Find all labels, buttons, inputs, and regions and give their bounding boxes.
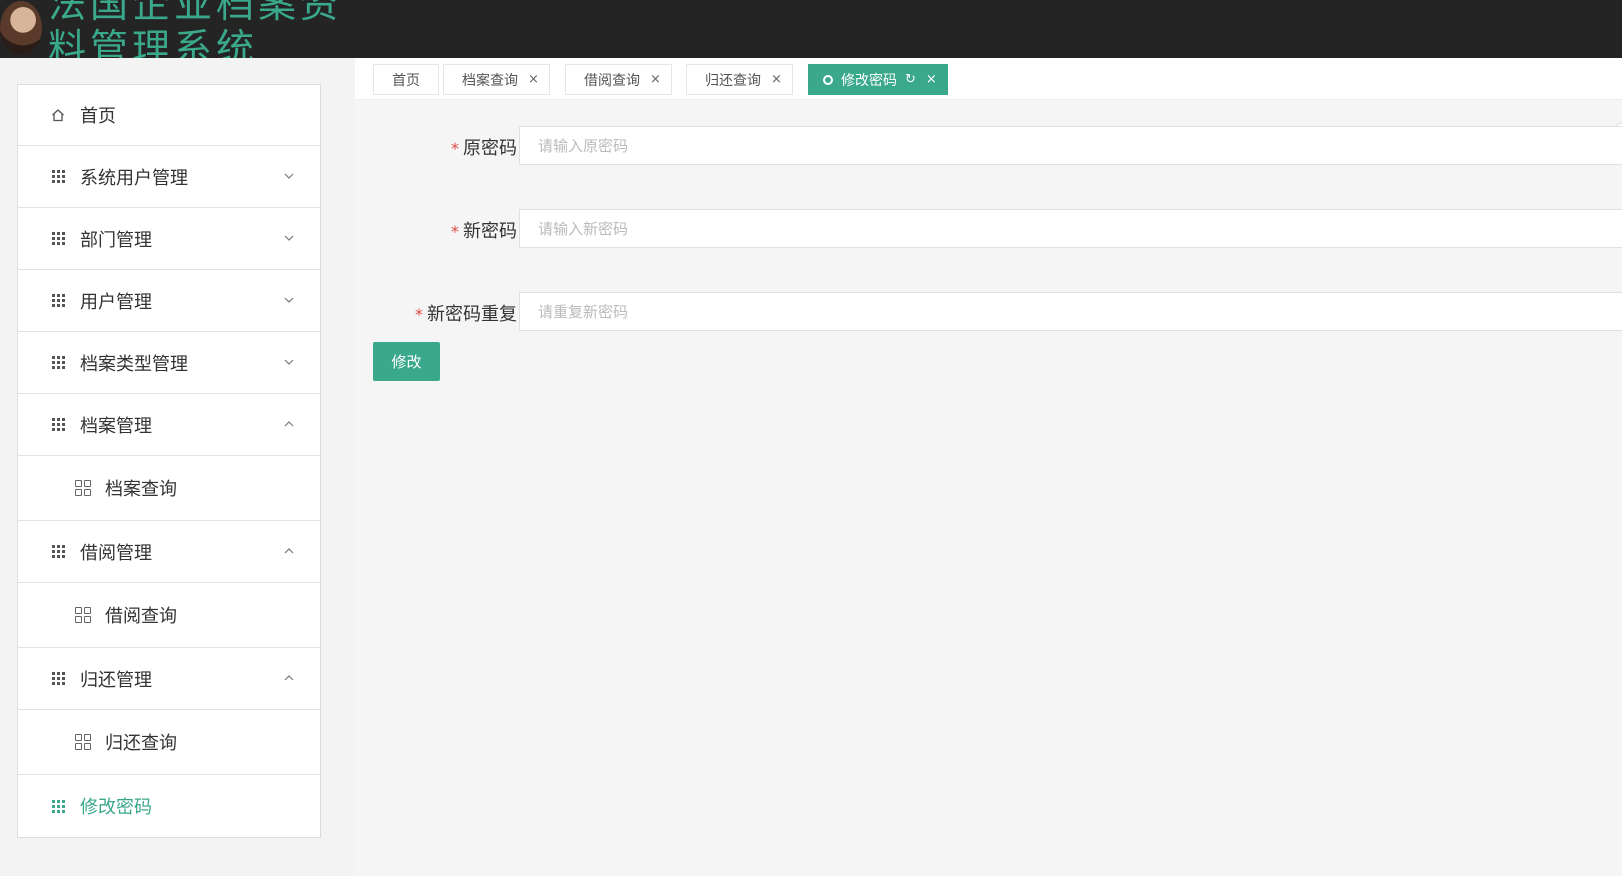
sidebar-item-label: 用户管理 xyxy=(80,291,152,313)
sidebar-item-returns[interactable]: 归还管理 xyxy=(18,648,320,710)
grid-icon xyxy=(50,672,66,685)
app-title: 法国企业档案资料管理系统 xyxy=(48,0,343,58)
apps-icon xyxy=(75,734,91,750)
submit-button[interactable]: 修改 xyxy=(373,342,440,381)
old-password-input[interactable] xyxy=(519,126,1622,165)
grid-icon xyxy=(50,232,66,245)
sidebar-item-archive-types[interactable]: 档案类型管理 xyxy=(18,332,320,394)
field-label: * 新密码重复 xyxy=(415,304,517,325)
sidebar-subitem-label: 档案查询 xyxy=(105,479,177,500)
sidebar-item-label: 首页 xyxy=(80,106,116,127)
top-header: 法国企业档案资料管理系统 xyxy=(0,0,1622,58)
tab-label: 档案查询 xyxy=(462,72,518,89)
chevron-up-icon xyxy=(284,420,294,426)
field-label: * 原密码 xyxy=(451,138,517,159)
field-label: * 新密码 xyxy=(451,221,517,242)
repeat-password-input[interactable] xyxy=(519,292,1622,331)
tab-home[interactable]: 首页 xyxy=(373,64,439,95)
avatar[interactable] xyxy=(0,1,42,55)
new-password-input[interactable] xyxy=(519,209,1622,248)
close-icon[interactable]: × xyxy=(650,72,661,87)
sidebar-subitem-label: 借阅查询 xyxy=(105,606,177,627)
sidebar-item-archives[interactable]: 档案管理 xyxy=(18,394,320,456)
chevron-down-icon xyxy=(284,173,294,179)
tab-label: 修改密码 xyxy=(841,72,897,89)
tab-return-query[interactable]: 归还查询 × xyxy=(686,64,793,95)
sidebar-subitem-borrow-query[interactable]: 借阅查询 xyxy=(18,583,320,648)
sidebar-item-label: 修改密码 xyxy=(80,797,152,818)
sidebar-item-borrowing[interactable]: 借阅管理 xyxy=(18,521,320,583)
sidebar-item-label: 归还管理 xyxy=(80,669,152,691)
form-row-repeat-password: * 新密码重复 xyxy=(355,292,1622,332)
sidebar-item-home[interactable]: 首页 xyxy=(18,85,320,146)
home-icon xyxy=(50,108,66,122)
sidebar-menu: 首页 系统用户管理 部门管理 用户管理 档案类型管理 档案管理 档案查询 借阅管… xyxy=(17,84,321,838)
tab-bar: 首页 档案查询 × 借阅查询 × 归还查询 × 修改密码 ↻ × xyxy=(355,58,1622,151)
tab-label: 归还查询 xyxy=(705,72,761,89)
apps-icon xyxy=(75,480,91,496)
apps-icon xyxy=(75,607,91,623)
form-row-old-password: * 原密码 xyxy=(355,126,1622,166)
close-icon[interactable]: × xyxy=(926,72,937,87)
sidebar-item-system-users[interactable]: 系统用户管理 xyxy=(18,146,320,208)
tab-label: 首页 xyxy=(392,72,420,89)
grid-icon xyxy=(50,170,66,183)
required-mark: * xyxy=(451,222,459,241)
close-icon[interactable]: × xyxy=(528,72,539,87)
tab-archive-query[interactable]: 档案查询 × xyxy=(443,64,550,95)
chevron-down-icon xyxy=(284,359,294,365)
required-mark: * xyxy=(415,305,423,324)
tab-label: 借阅查询 xyxy=(584,72,640,89)
grid-icon xyxy=(50,356,66,369)
refresh-icon[interactable]: ↻ xyxy=(905,72,916,87)
sidebar-item-change-password[interactable]: 修改密码 xyxy=(18,775,320,837)
sidebar-subitem-label: 归还查询 xyxy=(105,733,177,754)
sidebar-item-label: 档案管理 xyxy=(80,415,152,437)
sidebar-item-label: 档案类型管理 xyxy=(80,353,188,375)
chevron-down-icon xyxy=(284,297,294,303)
sidebar-item-users[interactable]: 用户管理 xyxy=(18,270,320,332)
chevron-up-icon xyxy=(284,547,294,553)
chevron-down-icon xyxy=(284,235,294,241)
required-mark: * xyxy=(451,139,459,158)
sidebar-item-label: 借阅管理 xyxy=(80,542,152,564)
grid-icon xyxy=(50,294,66,307)
tab-change-password[interactable]: 修改密码 ↻ × xyxy=(808,64,948,95)
grid-icon xyxy=(50,799,66,813)
sidebar-item-label: 部门管理 xyxy=(80,229,152,251)
sidebar-subitem-return-query[interactable]: 归还查询 xyxy=(18,710,320,775)
grid-icon xyxy=(50,418,66,431)
sidebar-subitem-archive-query[interactable]: 档案查询 xyxy=(18,456,320,521)
grid-icon xyxy=(50,545,66,558)
active-dot-icon xyxy=(823,74,833,85)
chevron-up-icon xyxy=(284,674,294,680)
sidebar-item-departments[interactable]: 部门管理 xyxy=(18,208,320,270)
sidebar-item-label: 系统用户管理 xyxy=(80,167,188,189)
tab-borrow-query[interactable]: 借阅查询 × xyxy=(565,64,672,95)
form-row-new-password: * 新密码 xyxy=(355,209,1622,249)
close-icon[interactable]: × xyxy=(771,72,782,87)
